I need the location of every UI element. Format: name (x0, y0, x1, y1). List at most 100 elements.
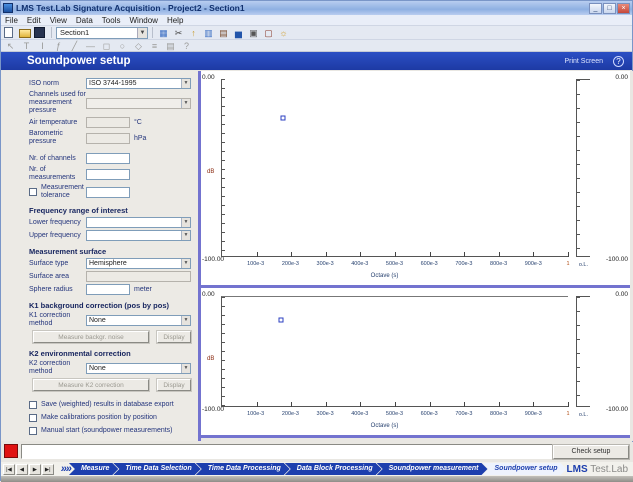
workbook-tab-time-data-processing[interactable]: Time Data Processing (196, 463, 290, 475)
help-pointer-icon[interactable]: ? (180, 40, 193, 52)
x-tick-label: 700e-3 (455, 261, 472, 267)
ellipse-tool-icon[interactable]: ○ (116, 40, 129, 52)
surface-type-dropdown[interactable]: Hemisphere▼ (86, 258, 191, 269)
x-tick-label: 800e-3 (490, 261, 507, 267)
x-tick-label: 900e-3 (525, 261, 542, 267)
x-tick-label: 200e-3 (282, 261, 299, 267)
air-temperature-field[interactable] (86, 117, 130, 128)
save-weighted-results-checkbox[interactable] (29, 401, 37, 409)
chevron-down-icon[interactable]: ▼ (181, 364, 190, 373)
more-workbooks-icon[interactable]: »» (61, 463, 71, 475)
k2-display-button[interactable]: Display (157, 379, 191, 391)
app-icon (3, 3, 13, 13)
iso-norm-dropdown[interactable]: ISO 3744-1995▼ (86, 78, 191, 89)
chevron-down-icon[interactable]: ▼ (181, 79, 190, 88)
page-header: Soundpower setup Print Screen ? (1, 52, 632, 70)
last-workbook-button[interactable]: ▶| (42, 464, 54, 475)
copy-data-icon[interactable]: ▥ (202, 27, 215, 39)
plot-area[interactable] (221, 79, 568, 257)
next-workbook-button[interactable]: ▶ (29, 464, 41, 475)
sphere-radius-field[interactable] (86, 284, 130, 295)
print-icon[interactable]: ▣ (247, 27, 260, 39)
mic-pressure-label: Channels used for measurement pressure (29, 91, 86, 115)
x-axis-label: Octave (s) (201, 423, 568, 429)
add-section-icon[interactable]: ▦ (157, 27, 170, 39)
layers-tool-icon[interactable]: ≡ (148, 40, 161, 52)
new-document-icon[interactable] (4, 27, 17, 39)
k2-method-dropdown[interactable]: None▼ (86, 363, 191, 374)
calibrations-position-checkbox[interactable] (29, 414, 37, 422)
diamond-tool-icon[interactable]: ◇ (132, 40, 145, 52)
chevron-down-icon[interactable]: ▼ (181, 231, 190, 240)
maximize-button[interactable]: □ (603, 3, 616, 14)
menu-edit[interactable]: Edit (27, 16, 41, 25)
print-screen-link[interactable]: Print Screen (564, 58, 603, 65)
chart-display-icon[interactable]: ▅ (232, 27, 245, 39)
k2-method-label: K2 correction method (29, 360, 86, 376)
x-tick-label: 500e-3 (386, 261, 403, 267)
workbook-tab-time-data-selection[interactable]: Time Data Selection (113, 463, 200, 475)
grid-tool-icon[interactable]: ▤ (164, 40, 177, 52)
function-tool-icon[interactable]: ƒ (52, 40, 65, 52)
manual-start-checkbox[interactable] (29, 427, 37, 435)
workbook-navbar: |◀ ◀ ▶ ▶| »» MeasureTime Data SelectionT… (1, 462, 633, 476)
chevron-down-icon[interactable]: ▼ (181, 316, 190, 325)
dash-tool-icon[interactable]: — (84, 40, 97, 52)
menu-window[interactable]: Window (129, 16, 157, 25)
italic-text-tool-icon[interactable]: I (36, 40, 49, 52)
soundpower-setup-panel: ISO norm ISO 3744-1995▼ Channels used fo… (1, 71, 198, 441)
x-tick-label: 300e-3 (317, 261, 334, 267)
measurement-tolerance-checkbox[interactable] (29, 188, 37, 196)
save-icon[interactable] (34, 27, 47, 39)
measurement-tolerance-field[interactable] (86, 187, 130, 198)
k1-method-dropdown[interactable]: None▼ (86, 315, 191, 326)
menu-file[interactable]: File (5, 16, 18, 25)
k1-correction-section-header: K1 background correction (pos by pos) (29, 301, 191, 310)
upper-frequency-dropdown[interactable]: ▼ (86, 230, 191, 241)
y-axis-max-label: 0.00 (202, 74, 215, 81)
plot-area[interactable] (221, 296, 568, 407)
x-axis-tick-labels: 100e-3200e-3300e-3400e-3500e-3600e-3700e… (221, 261, 568, 269)
chevron-down-icon[interactable]: ▼ (181, 259, 190, 268)
overall-level-label: o.L. (579, 262, 588, 268)
first-workbook-button[interactable]: |◀ (3, 464, 15, 475)
chevron-down-icon[interactable]: ▼ (137, 28, 147, 38)
cut-icon[interactable]: ✂ (172, 27, 185, 39)
text-tool-icon[interactable]: T (20, 40, 33, 52)
close-button[interactable]: × (617, 3, 630, 14)
k1-display-button[interactable]: Display (157, 331, 191, 343)
select-arrow-icon[interactable]: ↖ (4, 40, 17, 52)
navigate-up-icon[interactable]: ↑ (187, 27, 200, 39)
menu-tools[interactable]: Tools (102, 16, 121, 25)
help-icon[interactable]: ? (613, 56, 624, 67)
menu-view[interactable]: View (50, 16, 67, 25)
measure-k2-correction-button[interactable]: Measure K2 correction (33, 379, 149, 391)
screen-icon[interactable]: ▢ (262, 27, 275, 39)
x-tick-label: 900e-3 (525, 411, 542, 417)
workspace-icon[interactable]: ▤ (217, 27, 230, 39)
chevron-down-icon[interactable]: ▼ (181, 218, 190, 227)
minimize-button[interactable]: _ (589, 3, 602, 14)
mic-pressure-dropdown[interactable]: ▼ (86, 98, 191, 109)
check-setup-button[interactable]: Check setup (553, 445, 629, 459)
line-tool-icon[interactable]: ╱ (68, 40, 81, 52)
measure-background-noise-button[interactable]: Measure backgr. noise (33, 331, 149, 343)
iso-norm-label: ISO norm (29, 80, 86, 88)
workbook-tab-measure[interactable]: Measure (69, 463, 118, 475)
workbook-tab-soundpower-setup[interactable]: Soundpower setup (483, 463, 567, 475)
open-folder-icon[interactable] (19, 27, 32, 39)
workbook-tab-data-block-processing[interactable]: Data Block Processing (285, 463, 382, 475)
menu-data[interactable]: Data (76, 16, 93, 25)
tips-icon[interactable]: ☼ (277, 27, 290, 39)
nr-measurements-field[interactable] (86, 169, 130, 180)
x-tick-label: 500e-3 (386, 411, 403, 417)
nr-channels-field[interactable] (86, 153, 130, 164)
measurement-surface-section-header: Measurement surface (29, 247, 191, 256)
section-combo[interactable]: Section1 ▼ (56, 27, 148, 39)
previous-workbook-button[interactable]: ◀ (16, 464, 28, 475)
menu-help[interactable]: Help (167, 16, 183, 25)
workbook-tab-soundpower-measurement[interactable]: Soundpower measurement (377, 463, 488, 475)
rectangle-tool-icon[interactable]: ◻ (100, 40, 113, 52)
barometric-pressure-field[interactable] (86, 133, 130, 144)
lower-frequency-dropdown[interactable]: ▼ (86, 217, 191, 228)
